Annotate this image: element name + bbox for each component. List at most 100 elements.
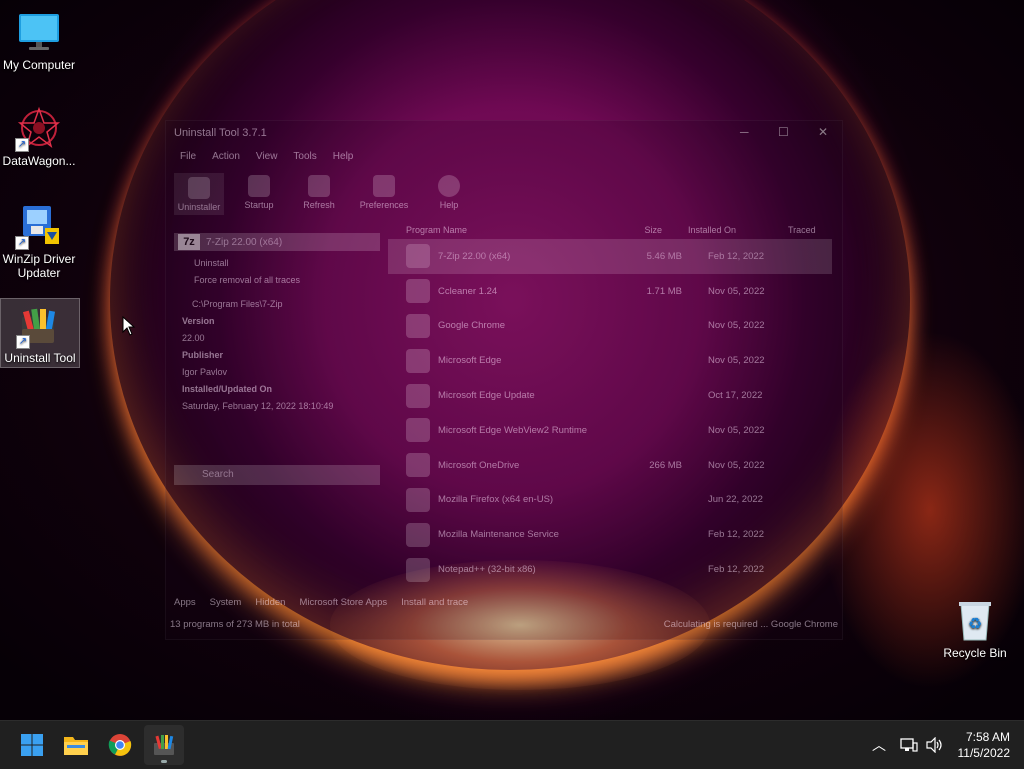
desktop-icon-recycle-bin[interactable]: ♻ Recycle Bin (936, 594, 1014, 660)
desktop-icon-label: Uninstall Tool (4, 351, 76, 365)
start-button[interactable] (12, 725, 52, 765)
desktop-icon-datawagon[interactable]: ↗ DataWagon... (0, 102, 78, 168)
filter-store-apps[interactable]: Microsoft Store Apps (299, 597, 387, 608)
selected-app-header: 7z 7-Zip 22.00 (x64) (174, 233, 380, 251)
menu-help[interactable]: Help (333, 151, 354, 162)
clock[interactable]: 7:58 AM 11/5/2022 (958, 729, 1011, 761)
filter-install-and-trace[interactable]: Install and trace (401, 597, 468, 608)
file-explorer-button[interactable] (56, 725, 96, 765)
program-size: 266 MB (649, 459, 682, 471)
version-value: 22.00 (182, 333, 205, 343)
program-row[interactable]: Notepad++ (32-bit x86) Feb 12, 2022 (388, 552, 832, 587)
chevron-up-icon: ︿ (872, 737, 886, 753)
column-traced[interactable]: Traced (788, 225, 816, 239)
list-header: Program Name Size Installed On Traced (388, 225, 832, 239)
program-date: Feb 12, 2022 (708, 529, 764, 541)
menu-action[interactable]: Action (212, 151, 240, 162)
program-row[interactable]: Microsoft OneDrive 266 MB Nov 05, 2022 (388, 448, 832, 483)
search-input[interactable]: Search (174, 465, 380, 485)
desktop-icon-label: My Computer (2, 58, 76, 72)
program-date: Feb 12, 2022 (708, 564, 764, 576)
app-icon (406, 279, 430, 304)
publisher-label: Publisher (182, 350, 224, 360)
preferences-icon (373, 175, 395, 197)
toolbar-preferences-button[interactable]: Preferences (354, 173, 414, 215)
toolbar-help-button[interactable]: Help (424, 173, 474, 215)
toolbar-label: Preferences (359, 200, 409, 210)
program-row[interactable]: Google Chrome Nov 05, 2022 (388, 309, 832, 344)
close-button[interactable]: ✕ (818, 125, 828, 139)
program-name: Mozilla Maintenance Service (438, 529, 559, 541)
maximize-button[interactable]: ☐ (778, 125, 789, 139)
monitor-icon (17, 10, 61, 54)
svg-text:♻: ♻ (968, 614, 982, 633)
startup-icon (248, 175, 270, 197)
filter-bar: Apps System Hidden Microsoft Store Apps … (174, 597, 468, 608)
filter-hidden[interactable]: Hidden (255, 597, 285, 608)
minimize-button[interactable]: ─ (740, 125, 749, 139)
program-row[interactable]: 7-Zip 22.00 (x64) 5.46 MB Feb 12, 2022 (388, 239, 832, 274)
app-icon (406, 453, 430, 478)
network-button[interactable] (900, 721, 918, 769)
filter-apps[interactable]: Apps (174, 597, 196, 608)
toolbar-label: Help (439, 200, 459, 210)
column-program-name[interactable]: Program Name (388, 225, 602, 239)
column-size[interactable]: Size (602, 225, 662, 239)
app-icon (406, 557, 430, 582)
toolbar-label: Uninstaller (177, 202, 221, 212)
uninstall-tool-icon (154, 735, 174, 755)
program-name: Microsoft Edge Update (438, 390, 535, 402)
app-icon (406, 244, 430, 269)
program-name: 7-Zip 22.00 (x64) (438, 250, 511, 262)
file-explorer-icon (64, 737, 88, 755)
uninstall-tool-window[interactable]: Uninstall Tool 3.7.1 ─ ☐ ✕ File Action V… (165, 120, 843, 640)
program-row[interactable]: Ccleaner 1.24 1.71 MB Nov 05, 2022 (388, 274, 832, 309)
desktop-icon-winzip-driver-updater[interactable]: ↗ WinZip Driver Updater (0, 200, 78, 280)
menu-view[interactable]: View (256, 151, 278, 162)
uninstaller-icon (188, 177, 210, 199)
uninstall-tool-taskbar-button[interactable] (144, 725, 184, 765)
app-icon (406, 313, 430, 338)
show-hidden-icons-button[interactable]: ︿ (872, 721, 886, 769)
install-path[interactable]: C:\Program Files\7-Zip (174, 299, 380, 309)
status-right: Calculating is required ... Google Chrom… (663, 619, 838, 630)
volume-button[interactable] (926, 721, 944, 769)
toolbar-refresh-button[interactable]: Refresh (294, 173, 344, 215)
program-row[interactable]: Microsoft Edge WebView2 Runtime Nov 05, 2… (388, 413, 832, 448)
help-icon (438, 175, 460, 197)
desktop-icon-uninstall-tool[interactable]: ↗ Uninstall Tool (0, 298, 80, 368)
program-date: Nov 05, 2022 (708, 320, 765, 332)
shortcut-arrow-icon: ↗ (15, 236, 29, 250)
chrome-button[interactable] (100, 725, 140, 765)
menu-tools[interactable]: Tools (293, 151, 316, 162)
volume-icon (926, 737, 942, 753)
program-date: Oct 17, 2022 (708, 390, 763, 402)
force-removal-link[interactable]: Force removal of all traces (174, 275, 380, 285)
program-date: Jun 22, 2022 (708, 494, 763, 506)
program-name: Google Chrome (438, 320, 506, 332)
program-row[interactable]: Mozilla Firefox (x64 en-US) Jun 22, 2022 (388, 483, 832, 518)
program-row[interactable]: Microsoft Edge Update Oct 17, 2022 (388, 378, 832, 413)
program-date: Nov 05, 2022 (708, 355, 765, 367)
program-name: Mozilla Firefox (x64 en-US) (438, 494, 554, 506)
program-name: Notepad++ (32-bit x86) (438, 564, 536, 576)
program-date: Nov 05, 2022 (708, 459, 765, 471)
toolbar-startup-button[interactable]: Startup (234, 173, 284, 215)
shortcut-arrow-icon: ↗ (16, 335, 30, 349)
menu-file[interactable]: File (180, 151, 196, 162)
desktop-icon-label: Recycle Bin (943, 646, 1007, 660)
desktop-icon-label: WinZip Driver Updater (2, 252, 76, 280)
column-installed-on[interactable]: Installed On (662, 225, 788, 239)
status-bar: 13 programs of 273 MB in total Calculati… (170, 619, 838, 630)
datawagon-icon: ↗ (15, 106, 61, 152)
toolbar-uninstaller-button[interactable]: Uninstaller (174, 173, 224, 215)
uninstall-link[interactable]: Uninstall (174, 258, 380, 268)
program-row[interactable]: Microsoft Edge Nov 05, 2022 (388, 343, 832, 378)
app-icon (406, 522, 430, 547)
toolbar: Uninstaller Startup Refresh Preferences … (174, 173, 474, 215)
version-label: Version (182, 316, 215, 326)
filter-system[interactable]: System (210, 597, 242, 608)
app-icon (406, 487, 430, 512)
program-row[interactable]: Mozilla Maintenance Service Feb 12, 2022 (388, 517, 832, 552)
desktop-icon-my-computer[interactable]: My Computer (0, 6, 78, 72)
